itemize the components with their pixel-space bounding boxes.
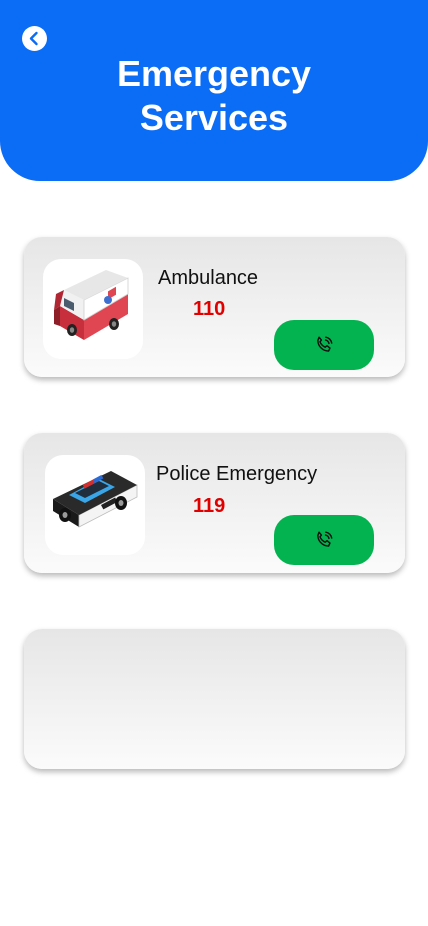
service-card-ambulance: Ambulance 110 [24, 237, 405, 377]
call-police-button[interactable] [274, 515, 374, 565]
service-number: 110 [193, 298, 226, 320]
page-title-line-2: Services [139, 97, 289, 138]
chevron-left-icon [29, 31, 38, 46]
service-number: 119 [193, 495, 226, 517]
phone-call-icon [317, 336, 333, 352]
back-button[interactable] [22, 26, 47, 51]
call-ambulance-button[interactable] [274, 320, 374, 370]
phone-call-icon [317, 531, 333, 547]
police-car-icon [53, 471, 138, 528]
service-name: Police Emergency [156, 463, 318, 485]
service-name: Ambulance [158, 267, 259, 289]
service-card-police: Police Emergency 119 [24, 433, 405, 573]
police-car-image [45, 455, 145, 555]
page-title-line-1: Emergency [116, 53, 312, 94]
page-title: Emergency Services [0, 52, 428, 140]
service-card-empty [24, 629, 405, 769]
ambulance-image [43, 259, 143, 359]
header: Emergency Services [0, 0, 428, 181]
ambulance-icon [54, 270, 129, 340]
